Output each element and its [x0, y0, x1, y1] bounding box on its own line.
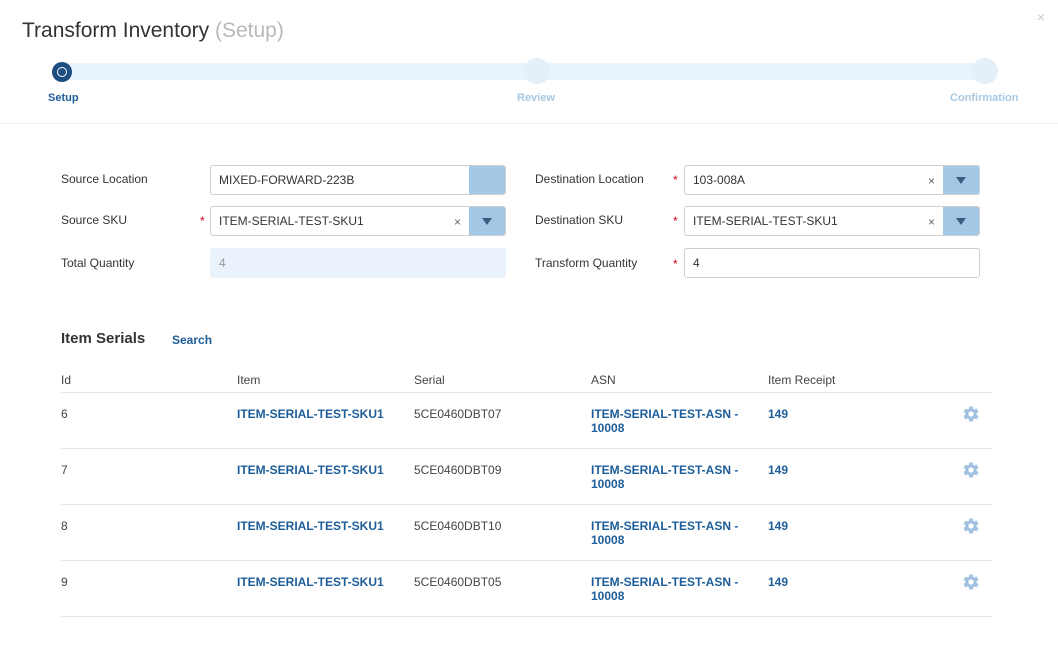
chevron-down-icon [482, 217, 492, 225]
row-serial: 5CE0460DBT09 [414, 463, 502, 477]
source-location-value: MIXED-FORWARD-223B [219, 173, 355, 187]
clear-icon[interactable]: × [928, 215, 935, 229]
step-setup-label: Setup [48, 92, 79, 104]
destination-sku-value: ITEM-SERIAL-TEST-SKU1 [693, 214, 838, 228]
chevron-down-icon [956, 217, 966, 225]
column-header-item: Item [237, 373, 261, 387]
destination-location-label: Destination Location [535, 172, 644, 186]
row-item-receipt-link[interactable]: 149 [768, 407, 788, 421]
row-asn-line1: ITEM-SERIAL-TEST-ASN - [591, 575, 739, 589]
row-item-receipt-link[interactable]: 149 [768, 463, 788, 477]
row-asn-line2: 10008 [591, 421, 625, 435]
row-item-link[interactable]: ITEM-SERIAL-TEST-SKU1 [237, 519, 384, 533]
step-confirmation-indicator [972, 58, 998, 84]
table-row: 9 ITEM-SERIAL-TEST-SKU1 5CE0460DBT05 ITEM-S… [61, 561, 992, 617]
gear-icon[interactable] [962, 517, 980, 535]
transform-quantity-value: 4 [693, 256, 700, 270]
row-item-link[interactable]: ITEM-SERIAL-TEST-SKU1 [237, 463, 384, 477]
destination-sku-field[interactable]: ITEM-SERIAL-TEST-SKU1 × [684, 206, 980, 236]
row-asn-link[interactable]: ITEM-SERIAL-TEST-ASN -10008 [591, 407, 751, 435]
row-asn-line1: ITEM-SERIAL-TEST-ASN - [591, 519, 739, 533]
clear-icon[interactable]: × [454, 215, 461, 229]
table-row: 6 ITEM-SERIAL-TEST-SKU1 5CE0460DBT07 ITEM-S… [61, 393, 992, 449]
wizard-stepper: Setup Review Confirmation [0, 56, 1058, 106]
row-asn-line2: 10008 [591, 589, 625, 603]
row-item-receipt-link[interactable]: 149 [768, 519, 788, 533]
row-asn-line1: ITEM-SERIAL-TEST-ASN - [591, 463, 739, 477]
source-location-label: Source Location [61, 172, 148, 186]
destination-sku-required-marker: * [673, 214, 678, 228]
row-id: 8 [61, 519, 68, 533]
column-header-asn: ASN [591, 373, 616, 387]
row-asn-link[interactable]: ITEM-SERIAL-TEST-ASN -10008 [591, 575, 751, 603]
source-sku-label: Source SKU [61, 213, 128, 227]
gear-icon[interactable] [962, 573, 980, 591]
total-quantity-value: 4 [219, 256, 226, 270]
source-location-field[interactable]: MIXED-FORWARD-223B [210, 165, 506, 195]
gear-icon[interactable] [962, 405, 980, 423]
row-asn-line2: 10008 [591, 533, 625, 547]
total-quantity-label: Total Quantity [61, 256, 135, 270]
step-setup-indicator [52, 62, 72, 82]
step-review-label: Review [517, 92, 555, 104]
source-sku-dropdown-button[interactable] [469, 207, 505, 235]
destination-sku-dropdown-button[interactable] [943, 207, 979, 235]
source-location-dropdown-button[interactable] [469, 166, 505, 194]
dialog-title-text: Transform Inventory [22, 19, 210, 42]
row-id: 6 [61, 407, 68, 421]
row-item-link[interactable]: ITEM-SERIAL-TEST-SKU1 [237, 407, 384, 421]
row-serial: 5CE0460DBT10 [414, 519, 502, 533]
row-item-receipt-link[interactable]: 149 [768, 575, 788, 589]
item-serials-title: Item Serials [61, 330, 146, 347]
step-review-indicator [524, 58, 550, 84]
destination-location-required-marker: * [673, 173, 678, 187]
row-asn-link[interactable]: ITEM-SERIAL-TEST-ASN -10008 [591, 463, 751, 491]
destination-location-dropdown-button[interactable] [943, 166, 979, 194]
step-confirmation-label: Confirmation [950, 92, 1019, 104]
total-quantity-field: 4 [210, 248, 506, 278]
row-id: 9 [61, 575, 68, 589]
column-header-serial: Serial [414, 373, 445, 387]
transform-quantity-required-marker: * [673, 257, 678, 271]
item-serials-search-link[interactable]: Search [172, 333, 212, 347]
destination-location-field[interactable]: 103-008A × [684, 165, 980, 195]
source-sku-value: ITEM-SERIAL-TEST-SKU1 [219, 214, 364, 228]
row-asn-link[interactable]: ITEM-SERIAL-TEST-ASN -10008 [591, 519, 751, 547]
gear-icon[interactable] [962, 461, 980, 479]
dialog-subtitle: (Setup) [214, 19, 284, 42]
row-id: 7 [61, 463, 68, 477]
transform-quantity-label: Transform Quantity [535, 256, 638, 270]
column-header-item-receipt: Item Receipt [768, 373, 836, 387]
close-icon[interactable]: × [1037, 10, 1045, 24]
dialog-title: Transform Inventory (Setup) [22, 19, 284, 43]
destination-sku-label: Destination SKU [535, 213, 624, 227]
table-row: 8 ITEM-SERIAL-TEST-SKU1 5CE0460DBT10 ITEM-S… [61, 505, 992, 561]
source-sku-required-marker: * [200, 214, 205, 228]
row-serial: 5CE0460DBT05 [414, 575, 502, 589]
row-asn-line1: ITEM-SERIAL-TEST-ASN - [591, 407, 739, 421]
chevron-down-icon [956, 176, 966, 184]
row-asn-line2: 10008 [591, 477, 625, 491]
clear-icon[interactable]: × [928, 174, 935, 188]
row-serial: 5CE0460DBT07 [414, 407, 502, 421]
transform-quantity-input[interactable]: 4 [684, 248, 980, 278]
destination-location-value: 103-008A [693, 173, 746, 187]
header-divider [0, 123, 1058, 124]
row-item-link[interactable]: ITEM-SERIAL-TEST-SKU1 [237, 575, 384, 589]
source-sku-field[interactable]: ITEM-SERIAL-TEST-SKU1 × [210, 206, 506, 236]
column-header-id: Id [61, 373, 72, 387]
table-row: 7 ITEM-SERIAL-TEST-SKU1 5CE0460DBT09 ITEM-S… [61, 449, 992, 505]
